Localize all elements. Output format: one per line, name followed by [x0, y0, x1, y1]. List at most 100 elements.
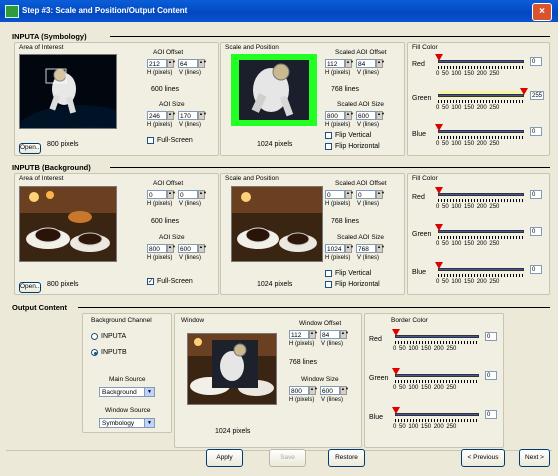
window-offset-h[interactable]: 112: [289, 330, 309, 339]
inputa-aoi-size-h[interactable]: 246: [147, 111, 167, 120]
border-green-slider[interactable]: [395, 374, 479, 377]
slider-thumb[interactable]: [392, 329, 400, 336]
slider-thumb[interactable]: [435, 224, 443, 231]
close-button[interactable]: ×: [532, 3, 552, 21]
inputb-aoi-offset-v[interactable]: 0: [178, 190, 198, 199]
window-offset-v[interactable]: 84: [320, 330, 340, 339]
spin-arrows-icon[interactable]: ▲▼: [198, 111, 207, 120]
inputa-blue-slider[interactable]: [438, 130, 524, 133]
window-size-v[interactable]: 600: [320, 386, 340, 395]
slider-thumb[interactable]: [435, 54, 443, 61]
inputb-green-value[interactable]: 0: [530, 227, 542, 236]
border-red-value[interactable]: 0: [485, 332, 497, 341]
spin-arrows-icon[interactable]: ▲▼: [345, 190, 354, 199]
inputa-blue-value[interactable]: 0: [530, 127, 542, 136]
inputa-scaled-offset-h[interactable]: 112: [325, 59, 345, 68]
inputb-scaled-lines: 768 lines: [331, 218, 360, 225]
spin-arrows-icon[interactable]: ▲▼: [345, 244, 354, 253]
inputa-pixels: 800 pixels: [47, 141, 79, 148]
spin-arrows-icon[interactable]: ▲▼: [167, 59, 176, 68]
spin-arrows-icon[interactable]: ▲▼: [345, 111, 354, 120]
inputb-scaled-size-h[interactable]: 1024: [325, 244, 345, 253]
spin-arrows-icon[interactable]: ▲▼: [376, 190, 385, 199]
inputa-aoi-size-v[interactable]: 170: [178, 111, 198, 120]
slider-thumb[interactable]: [392, 368, 400, 375]
inputb-aoi-size-v[interactable]: 600: [178, 244, 198, 253]
slider-thumb[interactable]: [435, 187, 443, 194]
inputb-flip-horizontal-checkbox[interactable]: [325, 281, 332, 288]
spin-arrows-icon[interactable]: ▲▼: [340, 386, 349, 395]
spin-arrows-icon[interactable]: ▲▼: [345, 59, 354, 68]
previous-button[interactable]: < Previous: [461, 449, 505, 467]
inputb-header: INPUTB (Background): [12, 163, 91, 172]
slider-ticks: [395, 341, 479, 344]
slider-ticks: [395, 419, 479, 422]
spin-arrows-icon[interactable]: ▲▼: [340, 330, 349, 339]
dropdown-arrow-icon[interactable]: ▼: [144, 419, 154, 427]
slider-ticks: [438, 136, 524, 139]
slider-thumb[interactable]: [520, 88, 528, 95]
window-size-h[interactable]: 800: [289, 386, 309, 395]
window-source-select[interactable]: Symbology ▼: [99, 418, 155, 428]
inputb-red-slider[interactable]: [438, 193, 524, 196]
radio-inputa[interactable]: [91, 333, 98, 340]
border-green-value[interactable]: 0: [485, 371, 497, 380]
spin-arrows-icon[interactable]: ▲▼: [167, 111, 176, 120]
inputa-scaled-size-h[interactable]: 800: [325, 111, 345, 120]
inputb-fullscreen-checkbox[interactable]: ✓: [147, 278, 154, 285]
main-source-select[interactable]: Background ▼: [99, 387, 155, 397]
inputb-blue-value[interactable]: 0: [530, 265, 542, 274]
inputa-scaled-size-v[interactable]: 600: [356, 111, 376, 120]
inputa-fullscreen-checkbox[interactable]: [147, 137, 154, 144]
dropdown-arrow-icon[interactable]: ▼: [144, 388, 154, 396]
radio-inputb[interactable]: [91, 349, 98, 356]
inputb-blue-slider[interactable]: [438, 268, 524, 271]
inputa-open-button[interactable]: Open...: [19, 143, 41, 154]
inputb-green-slider[interactable]: [438, 230, 524, 233]
inputa-flip-horizontal-checkbox[interactable]: [325, 143, 332, 150]
spin-arrows-icon[interactable]: ▲▼: [309, 386, 318, 395]
save-button[interactable]: Save: [269, 449, 306, 467]
border-blue-value[interactable]: 0: [485, 410, 497, 419]
border-red-slider[interactable]: [395, 335, 479, 338]
inputa-red-slider[interactable]: [438, 60, 524, 63]
inputb-flip-vertical-checkbox[interactable]: [325, 270, 332, 277]
inputb-aoi-size-h[interactable]: 800: [147, 244, 167, 253]
v-unit: V (lines): [357, 122, 380, 128]
spin-arrows-icon[interactable]: ▲▼: [198, 190, 207, 199]
inputb-open-button[interactable]: Open...: [19, 282, 41, 293]
inputa-green-value[interactable]: 255: [530, 91, 544, 100]
inputb-scaled-offset-v[interactable]: 0: [356, 190, 376, 199]
apply-button[interactable]: Apply: [206, 449, 243, 467]
inputa-red-value[interactable]: 0: [530, 57, 542, 66]
spin-arrows-icon[interactable]: ▲▼: [198, 244, 207, 253]
spin-arrows-icon[interactable]: ▲▼: [309, 330, 318, 339]
spin-arrows-icon[interactable]: ▲▼: [376, 244, 385, 253]
spin-arrows-icon[interactable]: ▲▼: [167, 190, 176, 199]
inputa-flip-vertical-checkbox[interactable]: [325, 132, 332, 139]
slider-thumb[interactable]: [392, 407, 400, 414]
inputa-green-slider[interactable]: [438, 94, 524, 97]
inputb-scaled-size-v[interactable]: 768: [356, 244, 376, 253]
inputb-rule: [110, 167, 550, 168]
inputa-scaled-offset-v[interactable]: 84: [356, 59, 376, 68]
group-label: Window: [181, 317, 205, 324]
spin-arrows-icon[interactable]: ▲▼: [376, 59, 385, 68]
restore-button[interactable]: Restore: [328, 449, 365, 467]
v-unit: V (lines): [321, 341, 344, 347]
next-button[interactable]: Next >: [519, 449, 550, 467]
inputb-aoi-offset-h[interactable]: 0: [147, 190, 167, 199]
aoi-size-label: AOI Size: [159, 234, 185, 241]
spin-arrows-icon[interactable]: ▲▼: [167, 244, 176, 253]
aoi-offset-label: AOI Offset: [153, 49, 184, 56]
slider-thumb[interactable]: [435, 262, 443, 269]
inputa-aoi-offset-h[interactable]: 212: [147, 59, 167, 68]
spin-arrows-icon[interactable]: ▲▼: [198, 59, 207, 68]
spin-arrows-icon[interactable]: ▲▼: [376, 111, 385, 120]
slider-thumb[interactable]: [435, 124, 443, 131]
inputb-scaled-offset-h[interactable]: 0: [325, 190, 345, 199]
window-source-value: Symbology: [102, 420, 135, 427]
inputb-red-value[interactable]: 0: [530, 190, 542, 199]
inputa-aoi-offset-v[interactable]: 64: [178, 59, 198, 68]
border-blue-slider[interactable]: [395, 413, 479, 416]
